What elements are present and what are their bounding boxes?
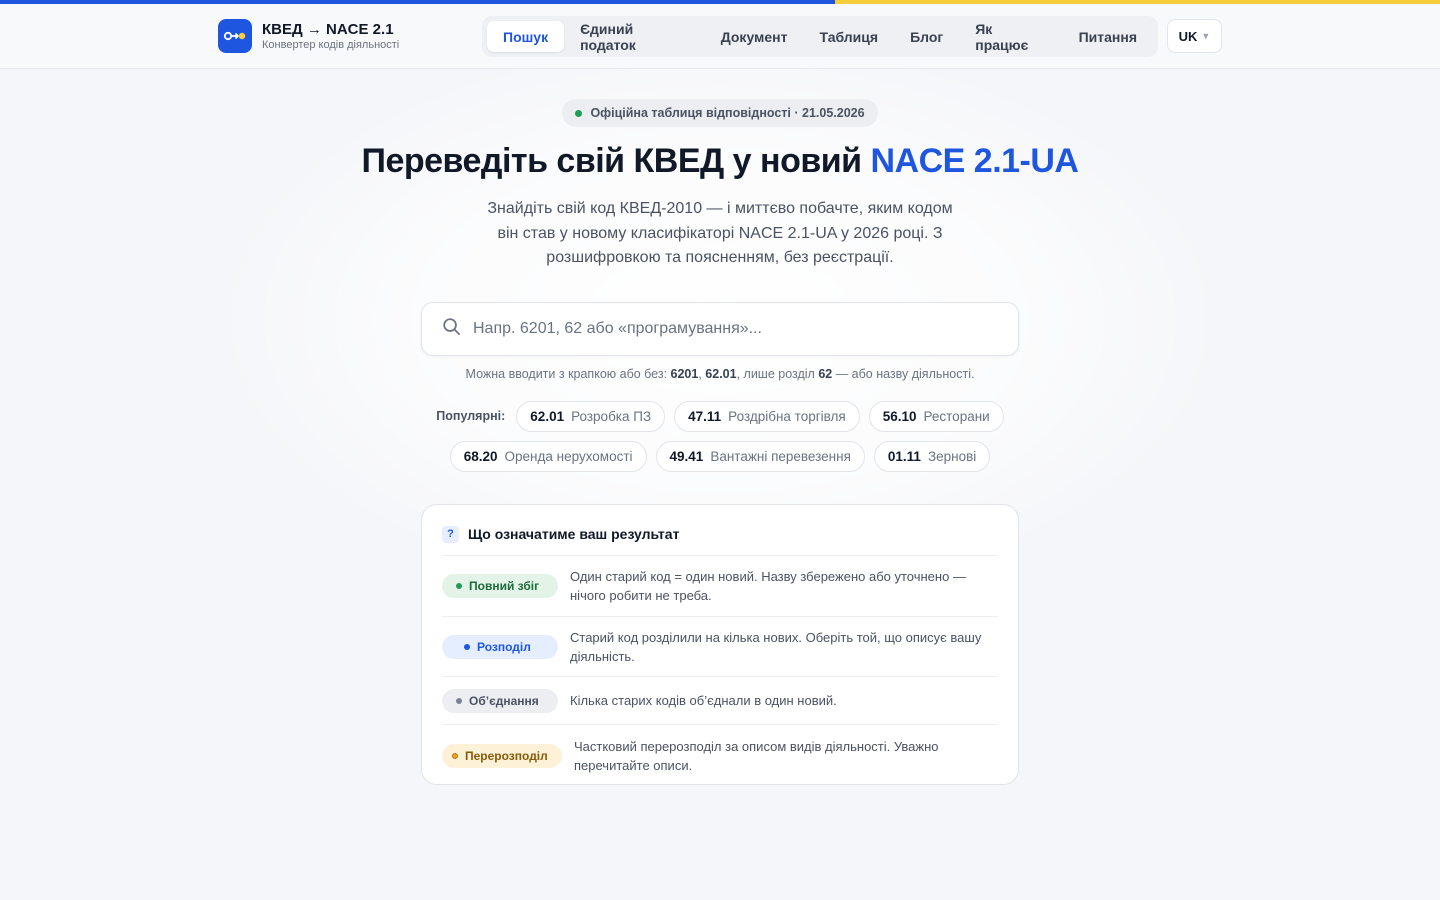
split-text: Старий код розділили на кілька нових. Об… <box>570 629 982 664</box>
nav-item-table[interactable]: Таблиця <box>804 21 895 52</box>
chip-code: 49.41 <box>669 449 704 464</box>
chip-name: Роздрібна торгівля <box>728 409 846 424</box>
hint-middle: , лише розділ <box>736 367 819 381</box>
popular-chip[interactable]: 56.10 Ресторани <box>868 401 1004 432</box>
status-dot-icon <box>575 109 583 117</box>
logo-title: КВЕД → NACE 2.1 <box>262 20 394 38</box>
amber-dot-icon <box>452 752 458 759</box>
full-match-text: Один старий код = один новий. Назву збер… <box>570 569 966 603</box>
popular-chip[interactable]: 62.01 Розробка ПЗ <box>516 401 666 432</box>
chip-name: Оренда нерухомості <box>504 449 633 464</box>
card-title: Що означатиме ваш результат <box>468 526 680 542</box>
popular-chip[interactable]: 68.20 Оренда нерухомості <box>449 441 647 472</box>
chip-code: 56.10 <box>882 409 917 424</box>
popular-codes: Популярні: 62.01 Розробка ПЗ 47.11 Роздр… <box>420 401 1020 481</box>
redistribution-label: Перерозподіл <box>465 748 548 763</box>
search-hint: Можна вводити з крапкою або без: 6201, 6… <box>0 367 1440 381</box>
language-value: UK <box>1178 28 1198 44</box>
blue-dot-icon <box>464 643 470 650</box>
page-title: Переведіть свій КВЕД у новий NACE 2.1-UA <box>0 142 1440 181</box>
popular-chip[interactable]: 49.41 Вантажні перевезення <box>655 441 865 472</box>
full-match-label: Повний збіг <box>469 579 540 593</box>
hint-code-1: 6201 <box>670 367 699 381</box>
split-label: Розподіл <box>477 639 531 654</box>
merge-text: Кілька старих кодів об’єднали в один нов… <box>570 693 837 708</box>
hero-lead: Знайдіть свій код КВЕД-2010 — і миттєво … <box>487 200 953 266</box>
hint-code-2: 62.01 <box>705 367 737 381</box>
question-icon: ? <box>442 525 459 543</box>
hint-code-3: 62 <box>818 367 833 381</box>
nav-item-document[interactable]: Документ <box>705 21 804 52</box>
main-nav: Пошук Єдиний податок Документ Таблиця Бл… <box>482 16 1158 57</box>
key-icon <box>218 19 252 53</box>
legend-row-split: Розподіл Старий код розділили на кілька … <box>442 616 998 676</box>
chip-name: Ресторани <box>923 409 990 424</box>
official-table-badge: Офіційна таблиця відповідності · 21.05.2… <box>562 99 878 127</box>
chip-name: Зернові <box>927 449 977 464</box>
title-main: Переведіть свій КВЕД у новий <box>361 142 871 180</box>
search-box[interactable] <box>421 302 1019 356</box>
badge-text: Офіційна таблиця відповідності · 21.05.2… <box>590 106 865 120</box>
site-header: КВЕД → NACE 2.1 Конвертер кодів діяльнос… <box>0 4 1440 69</box>
title-accent: NACE 2.1-UA <box>870 142 1079 180</box>
gray-dot-icon <box>456 697 462 704</box>
nav-item-how-it-works[interactable]: Як працює <box>959 21 1062 53</box>
chip-name: Розробка ПЗ <box>571 409 652 424</box>
nav-item-search[interactable]: Пошук <box>487 21 565 52</box>
hint-prefix: Можна вводити з крапкою або без: <box>465 367 671 381</box>
nav-item-faq[interactable]: Питання <box>1063 21 1153 52</box>
popular-chip[interactable]: 01.11 Зернові <box>873 441 991 472</box>
green-dot-icon <box>456 583 462 589</box>
redistribution-badge: Перерозподіл <box>442 743 562 768</box>
chip-code: 47.11 <box>688 409 722 424</box>
full-match-badge: Повний збіг <box>442 574 558 598</box>
legend-row-full-match: Повний збіг Один старий код = один новий… <box>442 555 998 616</box>
nav-item-blog[interactable]: Блог <box>894 21 959 52</box>
nav-item-single-tax[interactable]: Єдиний податок <box>564 21 705 53</box>
hint-suffix: — або назву діяльності. <box>832 367 975 381</box>
logo[interactable]: КВЕД → NACE 2.1 Конвертер кодів діяльнос… <box>218 19 399 53</box>
legend-row-redistribution: Перерозподіл Частковий перерозподіл за о… <box>442 724 998 786</box>
chevron-down-icon: ▼ <box>1201 31 1211 41</box>
merge-label: Об’єднання <box>469 693 539 708</box>
split-badge: Розподіл <box>442 634 558 659</box>
result-legend-card: ? Що означатиме ваш результат Повний збі… <box>421 504 1019 785</box>
chip-code: 68.20 <box>463 449 498 464</box>
chip-code: 62.01 <box>530 409 565 424</box>
chip-name: Вантажні перевезення <box>710 449 851 464</box>
redistribution-text: Частковий перерозподіл за описом видів д… <box>574 738 939 773</box>
legend-row-merge: Об’єднання Кілька старих кодів об’єднали… <box>442 676 998 724</box>
search-input[interactable] <box>473 320 973 338</box>
language-select[interactable]: UK ▼ <box>1167 19 1222 53</box>
popular-label: Популярні: <box>436 409 506 423</box>
search-icon <box>442 317 461 341</box>
logo-subtitle: Конвертер кодів діяльності <box>262 38 400 51</box>
popular-chip[interactable]: 47.11 Роздрібна торгівля <box>674 401 860 432</box>
chip-code: 01.11 <box>887 449 921 464</box>
merge-badge: Об’єднання <box>442 688 558 713</box>
